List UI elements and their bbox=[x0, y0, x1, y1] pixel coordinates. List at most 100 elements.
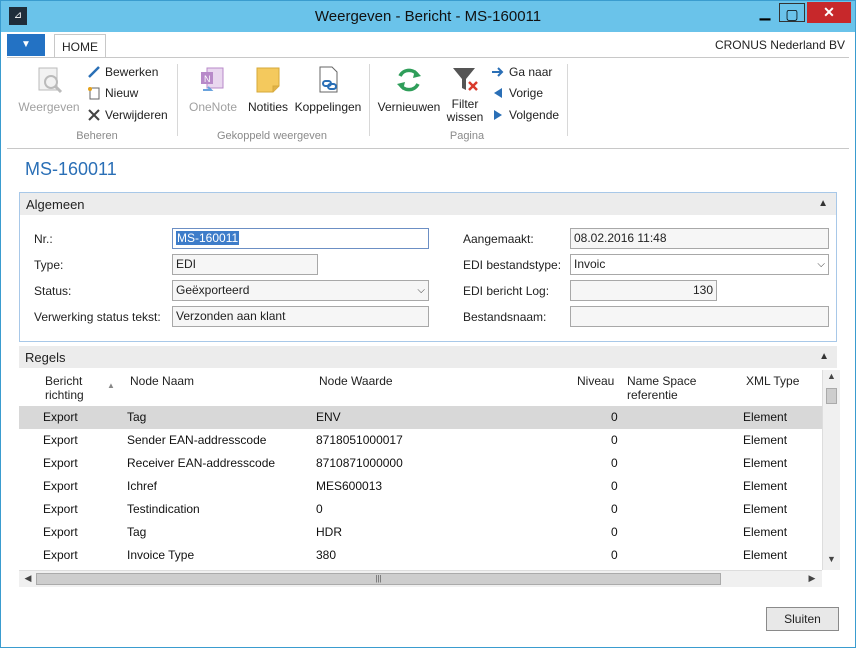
bestandsnaam-label: Bestandsnaam: bbox=[463, 310, 547, 324]
ribbon-divider bbox=[369, 64, 370, 136]
table-row[interactable]: Export Receiver EAN-addresscode 87108710… bbox=[19, 452, 822, 475]
scroll-right-icon[interactable]: ▶ bbox=[806, 573, 818, 584]
regels-header[interactable]: Regels ▲ bbox=[19, 346, 837, 368]
cell-waarde: 0 bbox=[316, 502, 323, 516]
regels-title: Regels bbox=[25, 350, 66, 365]
company-name[interactable]: CRONUS Nederland BV bbox=[715, 38, 845, 52]
vertical-scrollbar[interactable]: ▲ ▼ bbox=[822, 370, 840, 570]
minimize-button[interactable]: ▁ bbox=[751, 2, 779, 23]
verwerking-label: Verwerking status tekst: bbox=[34, 310, 161, 324]
ribbon-divider bbox=[177, 64, 178, 136]
cell-waarde: HDR bbox=[316, 525, 342, 539]
algemeen-header[interactable]: Algemeen ▲ bbox=[20, 193, 836, 215]
status-select[interactable]: Geëxporteerd ⌵ bbox=[172, 280, 429, 301]
notities-label: Notities bbox=[247, 100, 288, 114]
filter-wissen-button[interactable]: Filter wissen bbox=[443, 64, 487, 124]
col-header-namespace[interactable]: Name Space referentie bbox=[627, 374, 696, 402]
scroll-down-icon[interactable]: ▼ bbox=[823, 554, 840, 564]
table-row[interactable]: Export Tag ENV 0 Element bbox=[19, 406, 822, 429]
type-label: Type: bbox=[34, 258, 64, 272]
clear-filter-icon bbox=[453, 68, 478, 91]
col-header-richting[interactable]: Bericht richting bbox=[45, 374, 84, 402]
type-field[interactable]: EDI bbox=[172, 254, 318, 275]
cell-naam: Tag bbox=[127, 410, 147, 424]
cell-type: Element bbox=[743, 456, 788, 470]
cell-niveau: 0 bbox=[611, 410, 618, 424]
bestandsnaam-field[interactable] bbox=[570, 306, 829, 327]
notities-button[interactable]: Notities bbox=[243, 64, 293, 114]
nieuw-label: Nieuw bbox=[105, 86, 139, 100]
aangemaakt-field[interactable]: 08.02.2016 11:48 bbox=[570, 228, 829, 249]
verwerking-field[interactable]: Verzonden aan klant bbox=[172, 306, 429, 327]
cell-naam: Tag bbox=[127, 525, 147, 539]
arrow-right-icon bbox=[492, 67, 504, 77]
cell-type: Element bbox=[743, 479, 788, 493]
group-pagina-label: Pagina bbox=[449, 130, 485, 142]
pencil-icon bbox=[88, 66, 100, 78]
scroll-up-icon[interactable]: ▲ bbox=[823, 371, 840, 381]
bewerken-button[interactable]: Bewerken bbox=[87, 63, 158, 81]
delete-x-icon bbox=[88, 109, 100, 121]
col-header-node-waarde[interactable]: Node Waarde bbox=[319, 374, 393, 388]
close-button[interactable]: ✕ bbox=[807, 2, 851, 23]
table-row[interactable]: Export Tag HDR 0 Element bbox=[19, 521, 822, 544]
vertical-scroll-thumb[interactable] bbox=[826, 388, 837, 404]
vorige-button[interactable]: Vorige bbox=[491, 84, 543, 102]
ga-naar-label: Ga naar bbox=[509, 65, 553, 79]
volgende-button[interactable]: Volgende bbox=[491, 106, 559, 124]
col-header-niveau[interactable]: Niveau bbox=[577, 374, 614, 388]
ga-naar-button[interactable]: Ga naar bbox=[491, 63, 552, 81]
cell-waarde: 8710871000000 bbox=[316, 456, 403, 470]
table-row[interactable]: Export Testindication 0 0 Element bbox=[19, 498, 822, 521]
col-richting-line1: Bericht bbox=[45, 374, 83, 388]
app-menu-button[interactable]: ▼ bbox=[7, 34, 45, 56]
chevron-down-icon: ⌵ bbox=[417, 285, 425, 296]
ribbon-tabs: ▼ HOME CRONUS Nederland BV bbox=[7, 32, 849, 58]
table-row[interactable]: Export Ichref MES600013 0 Element bbox=[19, 475, 822, 498]
cell-type: Element bbox=[743, 548, 788, 562]
algemeen-fasttab: Algemeen ▲ Nr.: MS-160011 Type: EDI Stat… bbox=[19, 192, 837, 342]
vernieuwen-button[interactable]: Vernieuwen bbox=[375, 64, 443, 114]
maximize-button[interactable]: ▢ bbox=[779, 3, 805, 22]
cell-naam: Testindication bbox=[127, 502, 200, 516]
col-header-node-naam[interactable]: Node Naam bbox=[130, 374, 194, 388]
collapse-chevron-icon[interactable]: ▲ bbox=[819, 351, 829, 362]
cell-richting: Export bbox=[43, 479, 78, 493]
log-field[interactable]: 130 bbox=[570, 280, 717, 301]
table-row[interactable]: Export Sender EAN-addresscode 8718051000… bbox=[19, 429, 822, 452]
cell-naam: Invoice Type bbox=[127, 548, 195, 562]
horizontal-scroll-thumb[interactable]: ||| bbox=[36, 573, 721, 585]
cell-niveau: 0 bbox=[611, 525, 618, 539]
nieuw-button[interactable]: Nieuw bbox=[87, 84, 138, 102]
col-richting-line2: richting bbox=[45, 388, 84, 402]
col-header-xml-type[interactable]: XML Type bbox=[746, 374, 799, 388]
tab-home[interactable]: HOME bbox=[54, 34, 106, 58]
onenote-icon: N bbox=[201, 67, 224, 91]
nr-value: MS-160011 bbox=[176, 231, 240, 245]
sluiten-button[interactable]: Sluiten bbox=[766, 607, 839, 631]
cell-type: Element bbox=[743, 502, 788, 516]
table-row[interactable]: Export Invoice Type 380 0 Element bbox=[19, 544, 822, 567]
cell-niveau: 0 bbox=[611, 548, 618, 562]
page-title: MS-160011 bbox=[25, 159, 117, 179]
koppelingen-button[interactable]: Koppelingen bbox=[291, 64, 365, 114]
regels-grid: Bericht richting ▲ Node Naam Node Waarde… bbox=[19, 370, 840, 587]
horizontal-scrollbar[interactable]: ◀ ||| ▶ bbox=[19, 570, 822, 587]
scroll-left-icon[interactable]: ◀ bbox=[22, 573, 34, 584]
bestandstype-label: EDI bestandstype: bbox=[463, 258, 562, 272]
col-namespace-line2: referentie bbox=[627, 388, 678, 402]
volgende-label: Volgende bbox=[509, 108, 560, 122]
cell-waarde: 380 bbox=[316, 548, 337, 562]
vorige-label: Vorige bbox=[509, 86, 544, 100]
verwijderen-button[interactable]: Verwijderen bbox=[87, 106, 168, 124]
nr-field[interactable]: MS-160011 bbox=[172, 228, 429, 249]
bestandstype-select[interactable]: Invoic ⌵ bbox=[570, 254, 829, 275]
collapse-chevron-icon[interactable]: ▲ bbox=[818, 198, 828, 209]
weergeven-button[interactable]: Weergeven bbox=[17, 64, 81, 114]
filter-wissen-label-1: Filter bbox=[451, 97, 479, 111]
onenote-button[interactable]: N OneNote bbox=[185, 64, 241, 114]
cell-niveau: 0 bbox=[611, 502, 618, 516]
status-label: Status: bbox=[34, 284, 72, 298]
aangemaakt-label: Aangemaakt: bbox=[463, 232, 534, 246]
svg-text:N: N bbox=[204, 74, 211, 84]
